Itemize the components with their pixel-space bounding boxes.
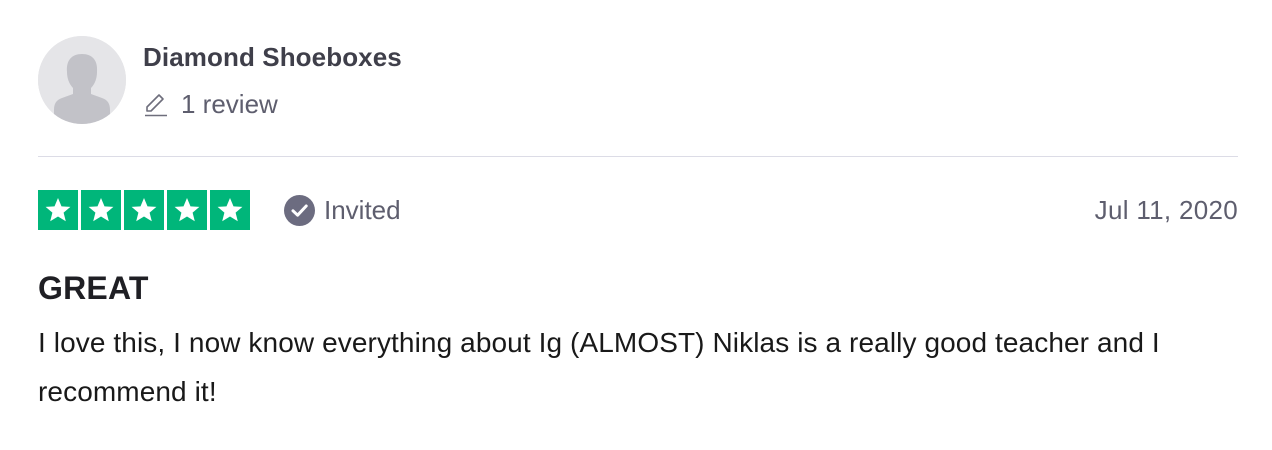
star-rating — [38, 190, 250, 230]
review-header-left: Invited — [38, 190, 401, 230]
star-icon — [88, 198, 114, 222]
review-title[interactable]: GREAT — [38, 268, 1238, 308]
star-icon — [45, 198, 71, 222]
divider — [38, 156, 1238, 157]
consumer-info-section: Diamond Shoeboxes 1 review — [38, 36, 1238, 156]
review-card: Diamond Shoeboxes 1 review Invited Jul 1… — [38, 36, 1238, 416]
review-date: Jul 11, 2020 — [1094, 194, 1238, 225]
avatar[interactable] — [38, 36, 126, 124]
review-count-row: 1 review — [143, 89, 402, 119]
review-header: Invited Jul 11, 2020 — [38, 190, 1238, 230]
default-user-avatar-icon — [38, 36, 126, 124]
star-2 — [81, 190, 121, 230]
star-4 — [167, 190, 207, 230]
star-3 — [124, 190, 164, 230]
star-5 — [210, 190, 250, 230]
check-circle-icon — [284, 194, 315, 226]
invited-label: Invited — [324, 194, 401, 225]
pencil-icon — [143, 91, 169, 117]
review-count-label: 1 review — [181, 89, 278, 119]
consumer-details: Diamond Shoeboxes 1 review — [143, 36, 402, 119]
star-icon — [131, 198, 157, 222]
review-body: I love this, I now know everything about… — [38, 327, 1160, 407]
star-icon — [217, 198, 243, 222]
star-1 — [38, 190, 78, 230]
consumer-name[interactable]: Diamond Shoeboxes — [143, 42, 402, 72]
invited-badge[interactable]: Invited — [284, 194, 401, 226]
star-icon — [174, 198, 200, 222]
